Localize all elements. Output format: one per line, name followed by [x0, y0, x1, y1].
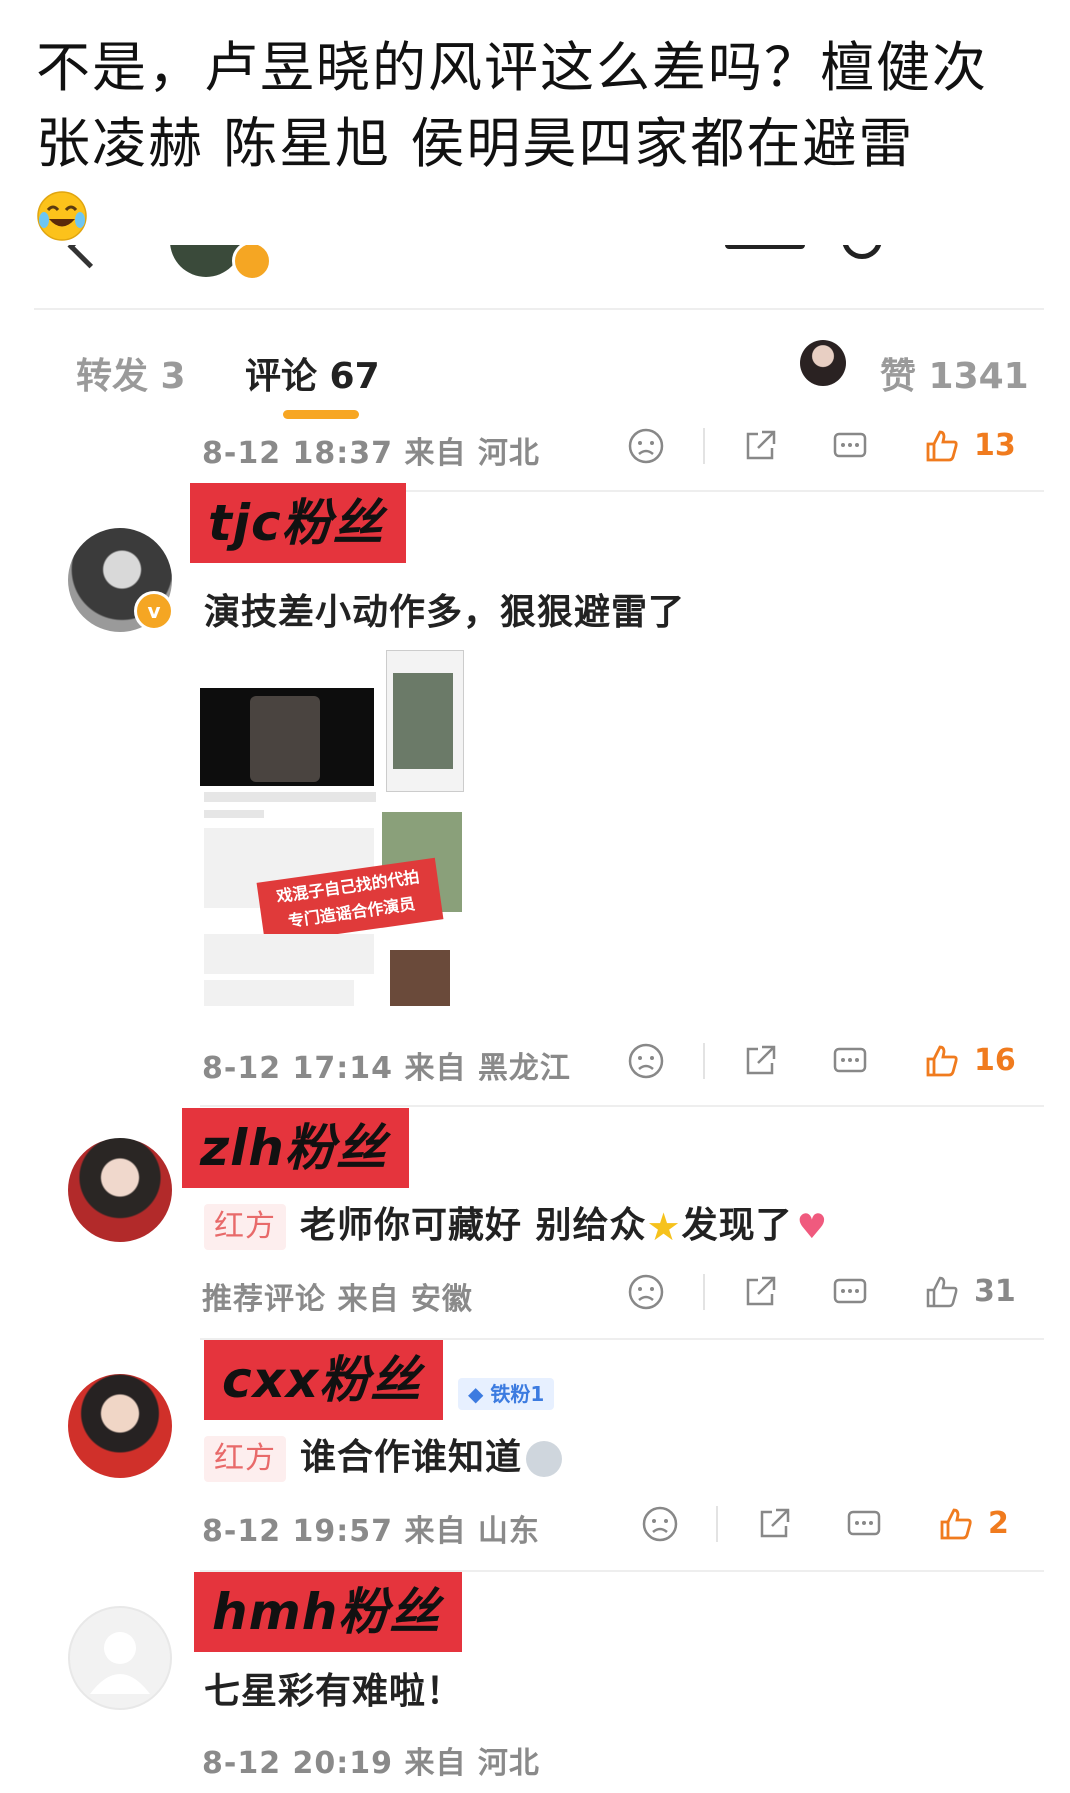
- comment-action-row: 8-12 17:14 来自 黑龙江 16: [0, 1035, 1070, 1095]
- username-label[interactable]: cxx粉丝: [204, 1340, 444, 1420]
- diamond-icon: ◆: [468, 1382, 484, 1406]
- comment-text-part1: 老师你可藏好 别给众: [300, 1205, 647, 1246]
- heart-emoji-icon: ♥: [796, 1207, 829, 1247]
- fan-level-badge: ◆ 铁粉1: [458, 1378, 555, 1410]
- comment-text: 七星彩有难啦！: [204, 1671, 464, 1712]
- reply-icon[interactable]: [830, 426, 870, 466]
- dislike-face-icon[interactable]: [640, 1504, 680, 1544]
- comment-text: 红方 谁合作谁知道: [204, 1428, 563, 1482]
- like-count: 31: [974, 1274, 1016, 1309]
- like-icon[interactable]: [936, 1504, 976, 1544]
- tab-likes[interactable]: 赞 1341: [880, 347, 1029, 399]
- avatar[interactable]: [68, 1374, 172, 1478]
- laughing-crying-emoji-icon: [36, 190, 88, 246]
- share-icon[interactable]: [740, 1041, 780, 1081]
- comment-action-row: 8-12 18:37 来自 河北 13: [0, 420, 1070, 480]
- like-icon[interactable]: [922, 426, 962, 466]
- action-separator: [716, 1506, 718, 1542]
- like-icon[interactable]: [922, 1041, 962, 1081]
- post-tabs: 转发 3 评论 67 赞 1341: [0, 330, 1070, 430]
- comment-meta: 推荐评论 来自 安徽: [202, 1282, 473, 1317]
- tab-repost[interactable]: 转发 3: [76, 347, 186, 399]
- phone-screenshot: [386, 650, 464, 792]
- comment-text: 演技差小动作多，狠狠避雷了: [204, 592, 686, 633]
- comment-action-row: 8-12 20:19 来自 河北: [0, 1730, 1070, 1790]
- active-tab-indicator: [283, 410, 359, 419]
- action-separator: [703, 1274, 705, 1310]
- comment-meta: 8-12 20:19 来自 河北: [202, 1746, 540, 1781]
- share-icon[interactable]: [740, 1272, 780, 1312]
- default-avatar[interactable]: [68, 1606, 172, 1710]
- header-divider: [34, 308, 1044, 310]
- comment-text-part2: 发现了: [681, 1205, 793, 1246]
- star-emoji-icon: ★: [646, 1205, 682, 1249]
- back-icon[interactable]: [67, 245, 112, 269]
- post-title-line2: 张凌赫 陈星旭 侯明昊四家都在避雷: [36, 112, 915, 175]
- comment-action-row: 8-12 19:57 来自 山东 2: [0, 1498, 1070, 1558]
- post-title: 不是，卢昱晓的风评这么差吗？檀健次 张凌赫 陈星旭 侯明昊四家都在避雷: [36, 30, 1036, 182]
- reply-icon[interactable]: [830, 1041, 870, 1081]
- action-separator: [703, 1043, 705, 1079]
- reply-icon[interactable]: [830, 1272, 870, 1312]
- comment-meta: 8-12 17:14 来自 黑龙江: [202, 1051, 571, 1086]
- dislike-face-icon[interactable]: [626, 1041, 666, 1081]
- cropped-app-header: [0, 245, 1070, 305]
- comment-divider: [200, 1105, 1044, 1107]
- like-count: 16: [974, 1043, 1016, 1078]
- dislike-face-icon[interactable]: [626, 1272, 666, 1312]
- default-user-icon: [90, 1632, 150, 1694]
- avatar[interactable]: [68, 1138, 172, 1242]
- comment-image[interactable]: 戏混子自己找的代拍 专门造谣合作演员: [200, 650, 466, 1010]
- comment-meta: 8-12 18:37 来自 河北: [202, 436, 540, 471]
- comment-text-body: 谁合作谁知道: [300, 1437, 523, 1478]
- shocked-emoji-icon: [526, 1441, 563, 1477]
- username-label[interactable]: tjc粉丝: [190, 483, 406, 563]
- team-tag: 红方: [204, 1436, 286, 1482]
- liker-avatar[interactable]: [800, 340, 846, 386]
- comment-action-row: 推荐评论 来自 安徽 31: [0, 1266, 1070, 1326]
- username-label[interactable]: zlh粉丝: [182, 1108, 409, 1188]
- action-separator: [703, 428, 705, 464]
- like-icon[interactable]: [922, 1272, 962, 1312]
- comment-text: 红方 老师你可藏好 别给众★发现了 ♥: [204, 1196, 828, 1250]
- fan-level-text: 铁粉1: [490, 1382, 545, 1406]
- dislike-face-icon[interactable]: [626, 426, 666, 466]
- verified-badge-icon: [232, 245, 272, 281]
- comment-meta: 8-12 19:57 来自 山东: [202, 1514, 540, 1549]
- tab-comment[interactable]: 评论 67: [245, 347, 380, 399]
- reply-icon[interactable]: [844, 1504, 884, 1544]
- team-tag: 红方: [204, 1204, 286, 1250]
- search-icon[interactable]: [842, 245, 882, 259]
- username-label[interactable]: hmh粉丝: [194, 1572, 463, 1652]
- like-count: 13: [974, 428, 1016, 463]
- verified-badge-icon: v: [134, 591, 174, 631]
- video-thumbnail: [200, 688, 374, 786]
- more-icon[interactable]: [725, 245, 805, 249]
- post-title-line1: 不是，卢昱晓的风评这么差吗？檀健次: [36, 36, 988, 99]
- like-count: 2: [988, 1506, 1009, 1541]
- share-icon[interactable]: [754, 1504, 794, 1544]
- share-icon[interactable]: [740, 426, 780, 466]
